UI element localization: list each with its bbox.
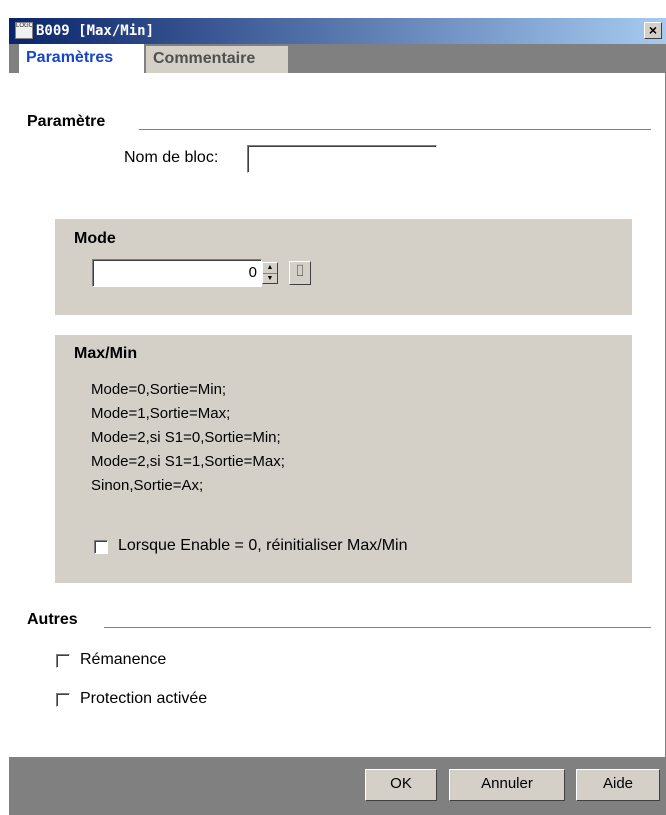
mode-panel: Mode 0 ▲ ▼ ⌷ (55, 219, 632, 315)
spin-down-icon[interactable]: ▼ (263, 274, 277, 284)
window-title: B009 [Max/Min] (36, 23, 155, 39)
spin-up-icon[interactable]: ▲ (263, 263, 277, 274)
logo-app-icon: LOGO (15, 22, 33, 39)
maxmin-panel: Max/Min Mode=0,Sortie=Min; Mode=1,Sortie… (55, 335, 632, 583)
maxmin-desc-line: Mode=2,si S1=0,Sortie=Min; (91, 429, 281, 446)
cancel-button[interactable]: Annuler (449, 769, 565, 801)
protection-label[interactable]: Protection activée (80, 690, 207, 708)
block-name-input[interactable] (247, 145, 437, 173)
autres-section-title: Autres (27, 611, 78, 628)
close-button[interactable]: × (644, 22, 662, 39)
parametre-divider (139, 129, 651, 130)
title-bar[interactable]: LOGO B009 [Max/Min] × (9, 18, 666, 44)
maxmin-title: Max/Min (74, 345, 138, 362)
mode-value-input[interactable]: 0 (92, 259, 262, 287)
remanence-checkbox[interactable] (56, 654, 70, 668)
tab-commentaire[interactable]: Commentaire (146, 46, 288, 73)
reset-maxmin-label[interactable]: Lorsque Enable = 0, réinitialiser Max/Mi… (118, 537, 407, 555)
help-button[interactable]: Aide (576, 769, 660, 801)
maxmin-dialog: LOGO B009 [Max/Min] × Paramètres Comment… (9, 18, 666, 815)
tab-content: Paramètre Nom de bloc: Mode 0 ▲ ▼ ⌷ Max/… (9, 73, 666, 757)
maxmin-desc-line: Mode=1,Sortie=Max; (91, 405, 231, 422)
mode-title: Mode (74, 230, 116, 247)
button-bar: OK Annuler Aide (9, 757, 666, 815)
remanence-label[interactable]: Rémanence (80, 651, 166, 669)
maxmin-desc-line: Sinon,Sortie=Ax; (91, 477, 204, 494)
block-name-label: Nom de bloc: (124, 149, 219, 166)
parameter-reference-button[interactable]: ⌷ (289, 261, 311, 285)
maxmin-desc-line: Mode=2,si S1=1,Sortie=Max; (91, 453, 285, 470)
ok-button[interactable]: OK (365, 769, 437, 801)
parametre-section-title: Paramètre (27, 113, 106, 130)
mode-spinner[interactable]: ▲ ▼ (262, 262, 278, 284)
tab-strip: Paramètres Commentaire (9, 44, 666, 73)
mode-value: 0 (248, 264, 257, 281)
protection-checkbox[interactable] (56, 693, 70, 707)
autres-divider (104, 627, 651, 628)
reset-maxmin-checkbox[interactable] (94, 540, 108, 554)
maxmin-desc-line: Mode=0,Sortie=Min; (91, 381, 227, 398)
tab-parametres[interactable]: Paramètres (19, 44, 144, 73)
